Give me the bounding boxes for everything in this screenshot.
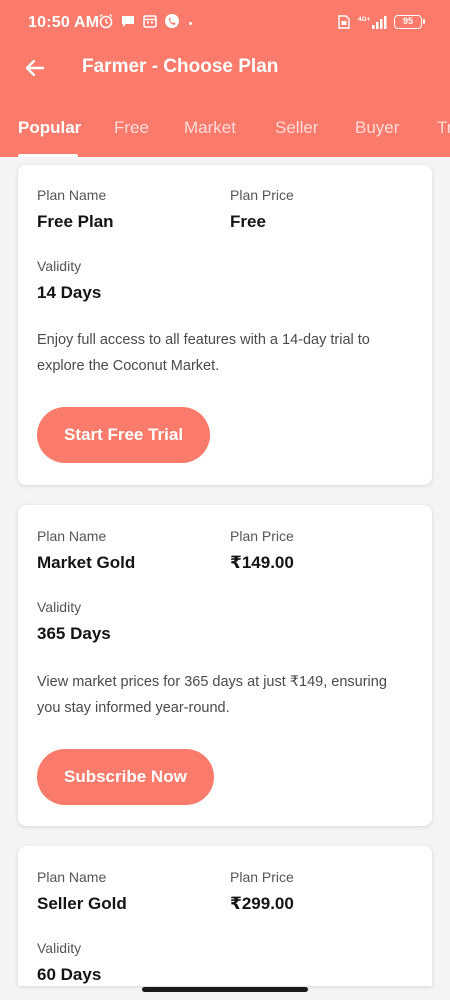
plan-category-tabs: Popular Free Market Seller Buyer Tr [0,104,450,157]
back-button[interactable] [14,48,54,88]
validity-label: Validity [37,599,82,615]
tab-seller[interactable]: Seller [275,118,318,138]
plan-card-market-gold: Plan Name Market Gold Plan Price ₹149.00… [18,505,432,826]
calendar-icon [143,15,157,28]
call-icon [165,14,179,28]
signal-icon: 4G+ [358,16,387,29]
validity-value: 14 Days [37,283,102,302]
tab-popular[interactable]: Popular [18,118,81,138]
plan-name: Seller Gold [37,894,127,913]
plan-name: Market Gold [37,553,136,572]
plan-price-label: Plan Price [230,869,294,885]
validity-value: 60 Days [37,965,102,984]
plan-card-free: Plan Name Free Plan Plan Price Free Vali… [18,165,432,485]
back-arrow-icon[interactable] [23,57,45,79]
app-bar: Farmer - Choose Plan [0,46,450,90]
plan-description: View market prices for 365 days at just … [37,674,387,716]
tab-market[interactable]: Market [184,118,236,138]
plan-price-label: Plan Price [230,528,294,544]
status-bar: 10:50 AM 4G+ 95 [0,0,450,46]
plan-name-label: Plan Name [37,187,107,203]
svg-text:4G+: 4G+ [358,16,371,23]
plan-price: ₹149.00 [230,553,294,572]
start-free-trial-button[interactable]: Start Free Trial [37,407,211,463]
page-title: Farmer - Choose Plan [82,56,279,77]
battery-indicator: 95 [394,15,425,29]
home-indicator[interactable] [142,987,308,992]
tab-free[interactable]: Free [114,118,149,138]
status-system-icons: 4G+ 95 [336,14,425,30]
status-time: 10:50 AM [28,14,100,31]
plan-name: Free Plan [37,212,114,231]
validity-value: 365 Days [37,624,111,643]
plan-price-label: Plan Price [230,187,294,203]
plan-name-label: Plan Name [37,528,107,544]
validity-label: Validity [37,940,82,956]
tab-buyer[interactable]: Buyer [355,118,399,138]
validity-label: Validity [37,258,82,274]
active-tab-indicator [18,154,78,157]
plan-price: Free [230,212,266,231]
sim-icon [338,15,350,29]
alarm-icon [99,14,113,29]
subscribe-now-button[interactable]: Subscribe Now [37,749,214,805]
chat-icon [122,16,134,27]
status-notification-icons [98,13,180,29]
plan-name-label: Plan Name [37,869,107,885]
plan-description: Enjoy full access to all features with a… [37,332,370,374]
app-header: 10:50 AM 4G+ 95 Farmer - Choose Plan Pop… [0,0,450,157]
tab-more[interactable]: Tr [437,118,450,138]
plan-card-seller-gold: Plan Name Seller Gold Plan Price ₹299.00… [18,846,432,986]
plan-price: ₹299.00 [230,894,294,913]
status-dot [189,22,192,25]
